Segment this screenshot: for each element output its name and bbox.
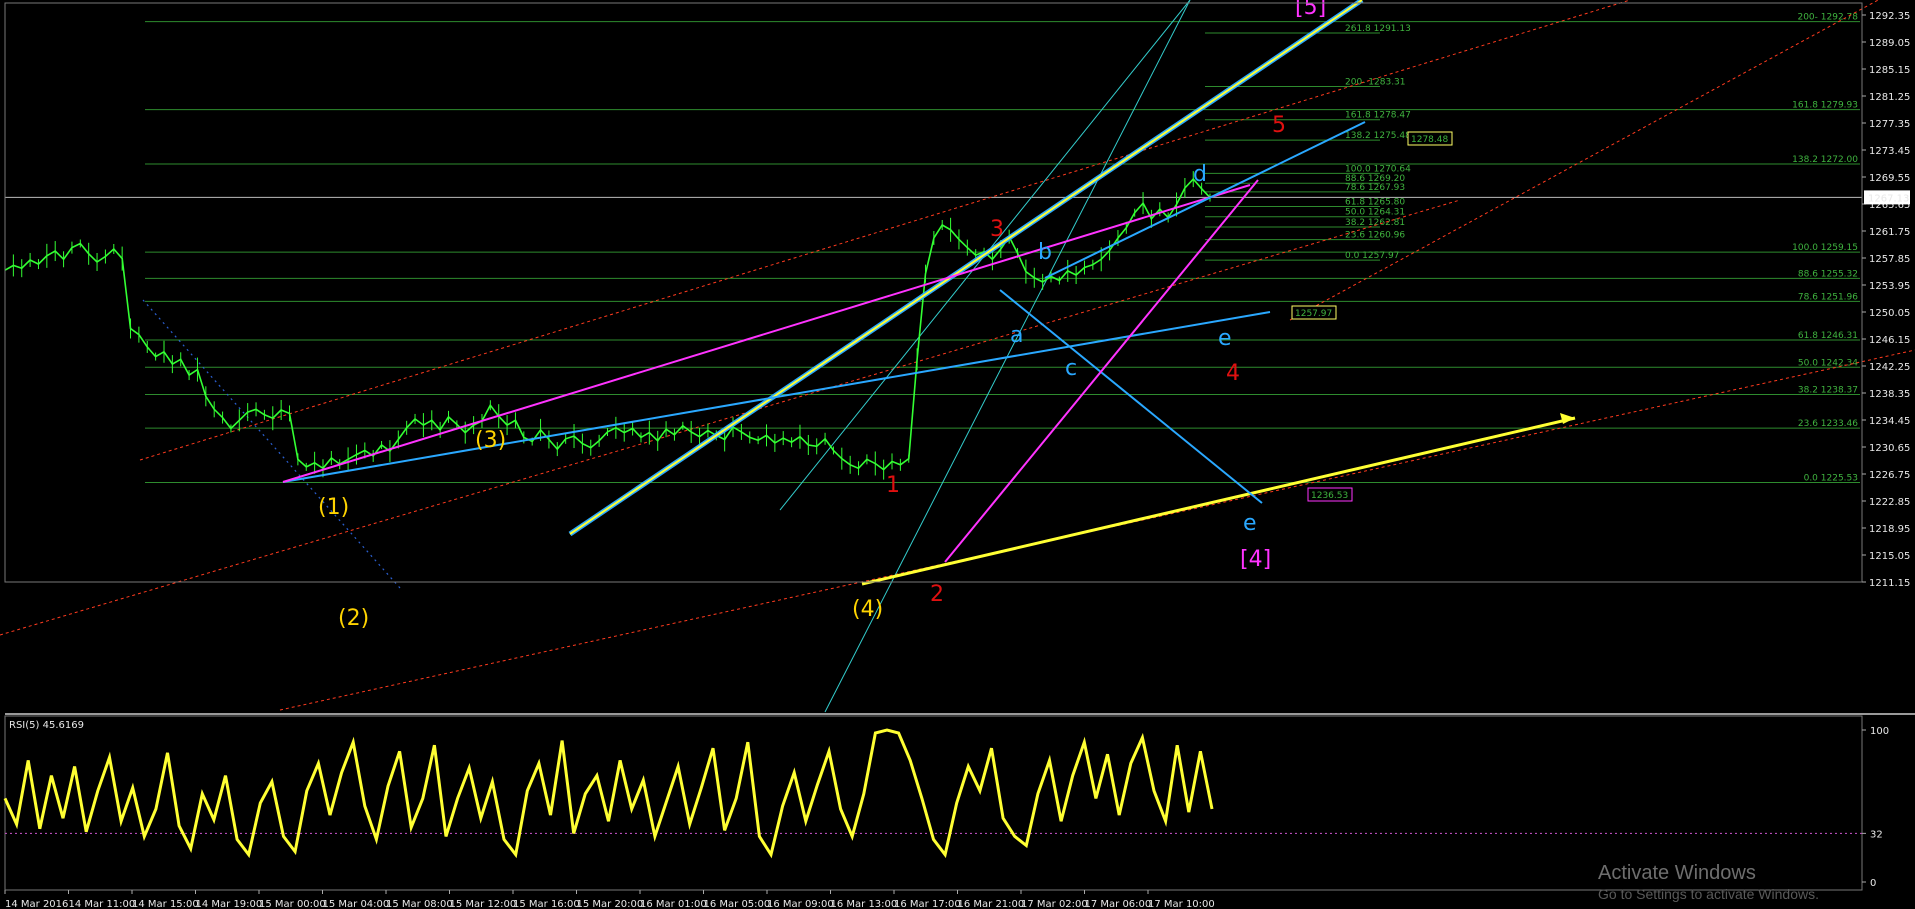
fib-level-label: 100.0 1259.15 bbox=[1792, 243, 1858, 253]
wave-label: [4] bbox=[1240, 547, 1271, 572]
time-tick-label: 15 Mar 04:00 bbox=[323, 899, 390, 909]
wave-label: (4) bbox=[852, 597, 883, 622]
wave-label: b bbox=[1038, 240, 1052, 265]
fib-level-label: 200- 1292.78 bbox=[1797, 13, 1858, 23]
time-tick-label: 16 Mar 13:00 bbox=[831, 899, 898, 909]
price-tick-label: 1257.85 bbox=[1869, 254, 1910, 265]
fib-level-label: 0.0 1257.97 bbox=[1345, 251, 1399, 261]
time-tick-label: 15 Mar 12:00 bbox=[450, 899, 517, 909]
time-tick-label: 15 Mar 16:00 bbox=[513, 899, 580, 909]
time-tick-label: 15 Mar 08:00 bbox=[386, 899, 453, 909]
wave-label: c bbox=[1065, 356, 1077, 381]
time-tick-label: 15 Mar 20:00 bbox=[577, 899, 644, 909]
wave-label: 2 bbox=[930, 582, 944, 607]
price-tick-label: 1273.45 bbox=[1869, 146, 1910, 157]
time-tick-label: 14 Mar 2016 bbox=[5, 899, 68, 909]
price-tick-label: 1230.65 bbox=[1869, 443, 1910, 454]
fib-level-label: 88.6 1255.32 bbox=[1798, 269, 1858, 279]
fib-level-label: 78.6 1251.96 bbox=[1798, 292, 1858, 302]
wave-label: e bbox=[1218, 326, 1232, 351]
fib-level-label: 23.6 1260.96 bbox=[1345, 231, 1405, 241]
time-tick-label: 16 Mar 05:00 bbox=[704, 899, 771, 909]
rsi-tick-label: 0 bbox=[1870, 878, 1876, 889]
wave-label: 5 bbox=[1272, 113, 1286, 138]
watermark-subtitle: Go to Settings to activate Windows. bbox=[1598, 886, 1819, 902]
price-tick-label: 1253.95 bbox=[1869, 281, 1910, 292]
price-chart[interactable]: 200- 1292.78161.8 1279.93138.2 1272.0010… bbox=[0, 0, 1915, 909]
price-tick-label: 1222.85 bbox=[1869, 497, 1910, 508]
fib-level-label: 138.2 1275.48 bbox=[1345, 131, 1411, 141]
price-box-label: 1236.53 bbox=[1311, 491, 1348, 501]
price-tick-label: 1250.05 bbox=[1869, 308, 1910, 319]
fib-level-label: 50.0 1264.31 bbox=[1345, 208, 1405, 218]
watermark-title: Activate Windows bbox=[1598, 862, 1756, 884]
fib-level-label: 0.0 1225.53 bbox=[1804, 473, 1858, 483]
time-tick-label: 14 Mar 11:00 bbox=[69, 899, 136, 909]
fib-level-label: 61.8 1246.31 bbox=[1798, 331, 1858, 341]
time-tick-label: 16 Mar 01:00 bbox=[640, 899, 707, 909]
fib-level-label: 100.0 1270.64 bbox=[1345, 164, 1411, 174]
price-tick-label: 1215.05 bbox=[1869, 551, 1910, 562]
wave-label: a bbox=[1010, 323, 1023, 348]
price-tick-label: 1211.15 bbox=[1869, 578, 1910, 589]
fib-level-label: 161.8 1279.93 bbox=[1792, 101, 1858, 111]
rsi-tick-label: 32 bbox=[1870, 829, 1883, 840]
price-tick-label: 1234.45 bbox=[1869, 416, 1910, 427]
time-tick-label: 17 Mar 10:00 bbox=[1148, 899, 1215, 909]
time-tick-label: 15 Mar 00:00 bbox=[259, 899, 326, 909]
time-tick-label: 16 Mar 21:00 bbox=[958, 899, 1025, 909]
time-tick-label: 17 Mar 02:00 bbox=[1021, 899, 1088, 909]
time-tick-label: 17 Mar 06:00 bbox=[1085, 899, 1152, 909]
price-tick-label: 1285.15 bbox=[1869, 65, 1910, 76]
price-tick-label: 1277.35 bbox=[1869, 119, 1910, 130]
fib-level-label: 261.8 1291.13 bbox=[1345, 24, 1411, 34]
price-tick-label: 1261.75 bbox=[1869, 227, 1910, 238]
fib-level-label: 23.6 1233.46 bbox=[1798, 419, 1858, 429]
current-price-label: 1267.13 bbox=[1868, 193, 1909, 204]
fib-level-label: 38.2 1238.37 bbox=[1798, 385, 1858, 395]
rsi-label: RSI(5) 45.6169 bbox=[9, 720, 84, 731]
wave-label: d bbox=[1193, 162, 1207, 187]
wave-label: 1 bbox=[886, 473, 900, 498]
time-tick-label: 16 Mar 09:00 bbox=[767, 899, 834, 909]
wave-label: 4 bbox=[1226, 361, 1240, 386]
wave-label: 3 bbox=[990, 217, 1004, 242]
price-box-label: 1257.97 bbox=[1295, 309, 1332, 319]
price-tick-label: 1269.55 bbox=[1869, 173, 1910, 184]
wave-label: (3) bbox=[475, 428, 506, 453]
price-tick-label: 1226.75 bbox=[1869, 470, 1910, 481]
time-tick-label: 14 Mar 19:00 bbox=[196, 899, 263, 909]
wave-label: e bbox=[1243, 511, 1257, 536]
price-tick-label: 1292.35 bbox=[1869, 11, 1910, 22]
time-tick-label: 16 Mar 17:00 bbox=[894, 899, 961, 909]
price-tick-label: 1281.25 bbox=[1869, 92, 1910, 103]
price-tick-label: 1238.35 bbox=[1869, 389, 1910, 400]
fib-level-label: 78.6 1267.93 bbox=[1345, 183, 1405, 193]
wave-label: (1) bbox=[318, 495, 349, 520]
price-tick-label: 1218.95 bbox=[1869, 524, 1910, 535]
fib-level-label: 38.2 1262.81 bbox=[1345, 218, 1405, 228]
wave-label: (2) bbox=[338, 606, 369, 631]
price-tick-label: 1242.25 bbox=[1869, 362, 1910, 373]
fib-level-label: 138.2 1272.00 bbox=[1792, 155, 1858, 165]
time-tick-label: 14 Mar 15:00 bbox=[132, 899, 199, 909]
fib-level-label: 61.8 1265.80 bbox=[1345, 198, 1405, 208]
fib-level-label: 50.0 1242.34 bbox=[1798, 358, 1858, 368]
rsi-tick-label: 100 bbox=[1870, 726, 1889, 737]
price-box-label: 1278.48 bbox=[1411, 135, 1448, 145]
price-tick-label: 1246.15 bbox=[1869, 335, 1910, 346]
price-tick-label: 1289.05 bbox=[1869, 38, 1910, 49]
fib-level-label: 161.8 1278.47 bbox=[1345, 111, 1411, 121]
